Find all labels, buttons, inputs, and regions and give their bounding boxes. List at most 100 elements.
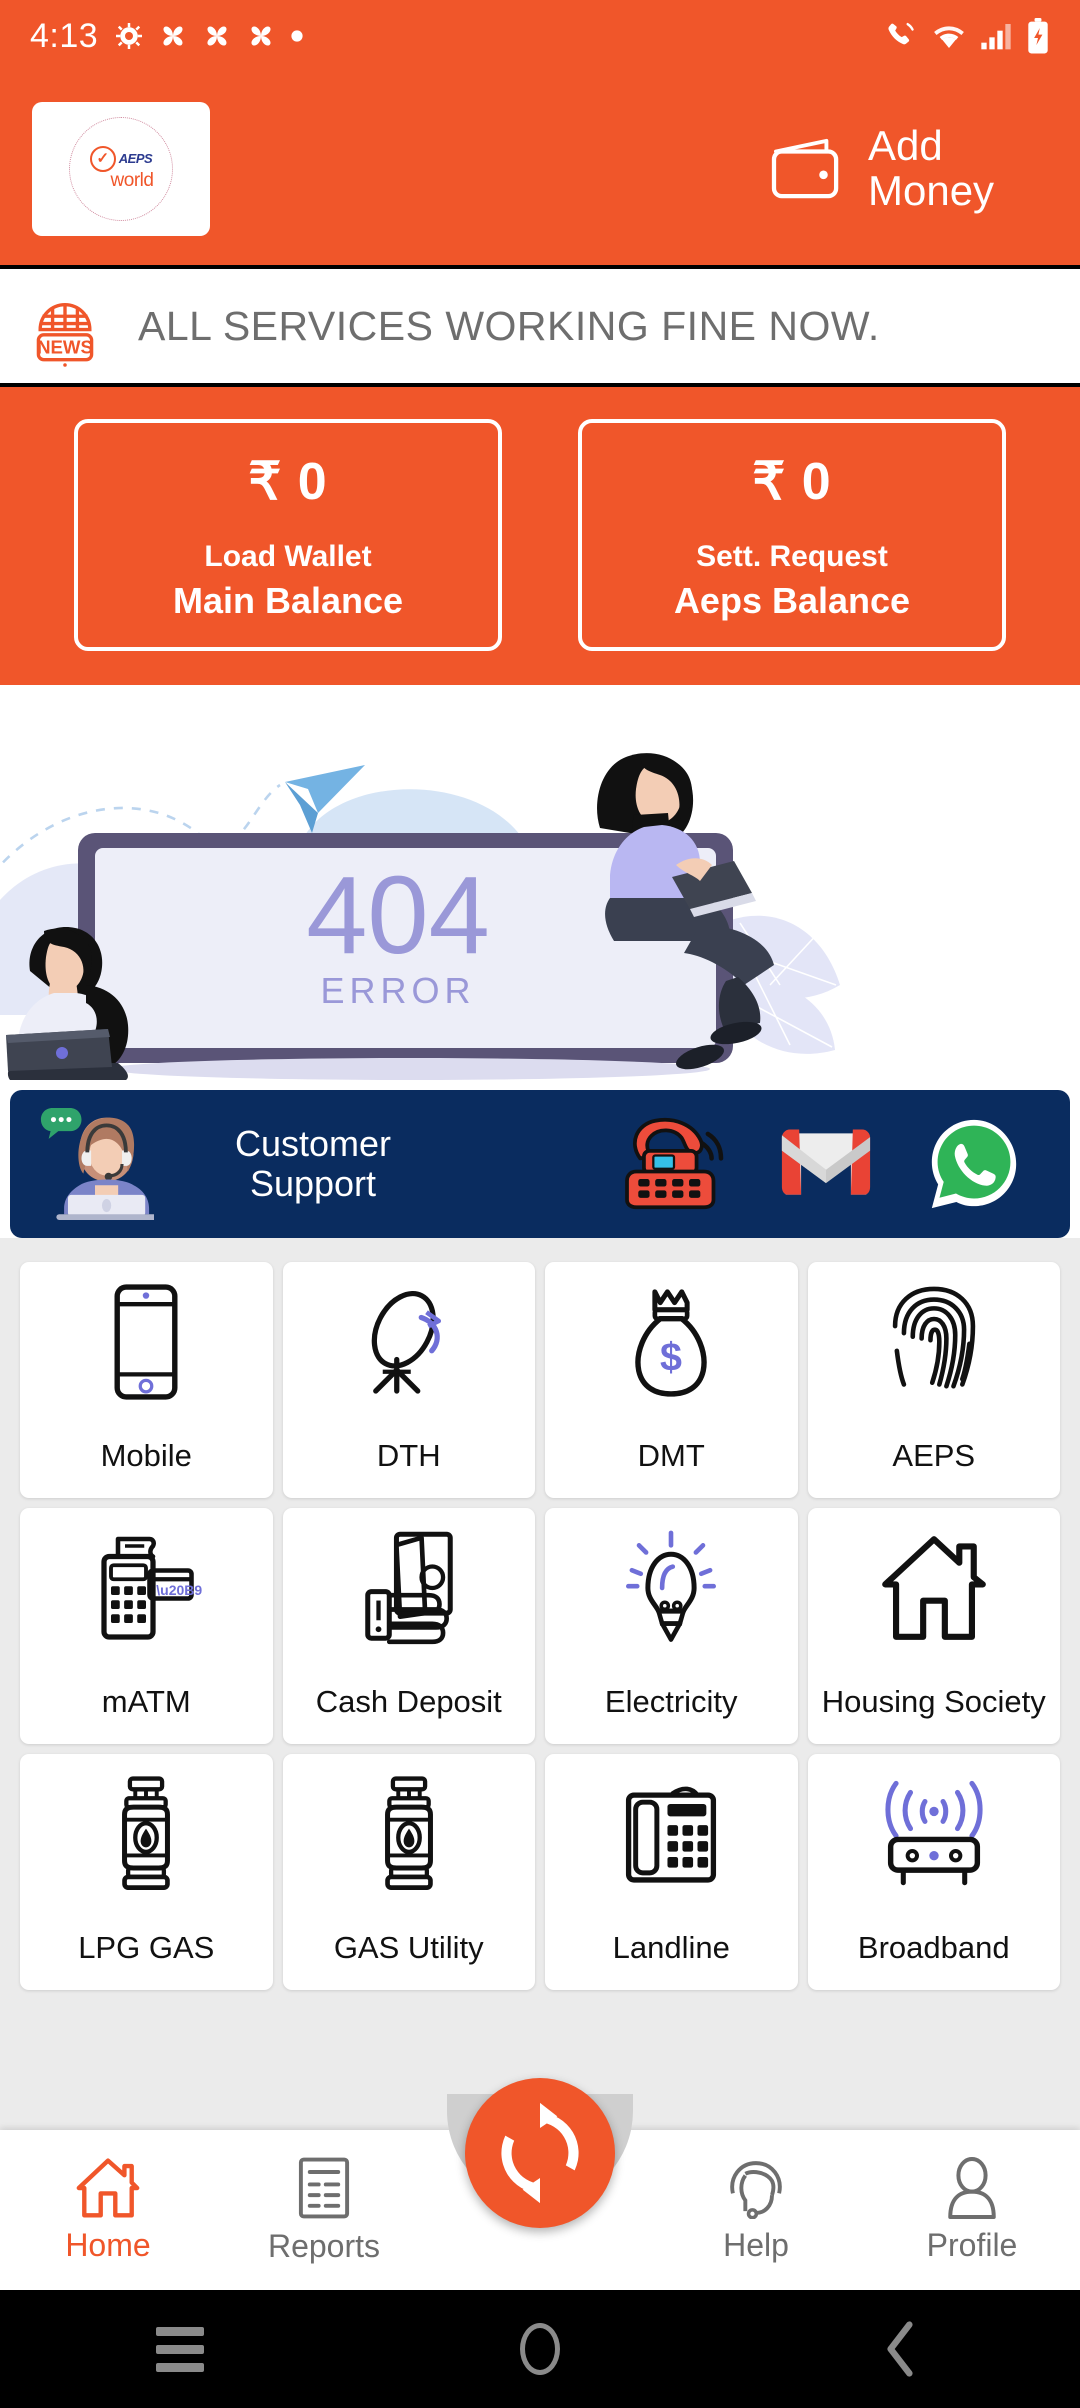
service-label-broadband: Broadband: [857, 1930, 1010, 1965]
add-money-button[interactable]: Add Money: [768, 121, 1048, 214]
refresh-fab-button[interactable]: [465, 2078, 615, 2228]
nav-item-help[interactable]: Help: [648, 2157, 864, 2264]
cash-hand-icon: [357, 1528, 461, 1648]
aeps-balance-amount: ₹ 0: [752, 453, 832, 511]
app-header: ✓ AEPS world Add Money: [0, 72, 1080, 265]
back-icon: [887, 2321, 913, 2377]
service-tile-landline[interactable]: Landline: [545, 1754, 798, 1990]
app-icon-1: [163, 26, 183, 46]
support-channels: [624, 1117, 1044, 1211]
bottom-navigation: Home Reports Help Profile: [0, 2078, 1080, 2290]
phone-icon[interactable]: [624, 1117, 724, 1211]
aeps-balance-label: Aeps Balance: [673, 580, 911, 621]
news-globe-icon: NEWS: [36, 303, 94, 367]
gas-cylinder-icon: [367, 1774, 451, 1894]
main-balance-amount: ₹ 0: [248, 453, 328, 511]
nav-label-home: Home: [65, 2226, 151, 2263]
error-caption-text: ERROR: [320, 970, 475, 1011]
service-label-electricity: Electricity: [604, 1684, 738, 1719]
money-bag-icon: $: [628, 1282, 714, 1402]
service-label-aeps: AEPS: [892, 1438, 976, 1473]
wifi-icon: [934, 26, 964, 49]
person-icon: [948, 2156, 996, 2219]
mobile-icon: [110, 1282, 182, 1402]
nav-item-reports[interactable]: Reports: [216, 2156, 432, 2265]
customer-support-bar[interactable]: Customer Support: [10, 1090, 1070, 1238]
wallet-icon: [771, 138, 839, 198]
service-tile-matm[interactable]: \u20B9 mATM: [20, 1508, 273, 1744]
service-tile-dmt[interactable]: $ DMT: [545, 1262, 798, 1498]
service-tile-gas-utility[interactable]: GAS Utility: [282, 1754, 535, 1990]
service-label-landline: Landline: [612, 1930, 730, 1965]
support-agent-icon: [40, 1108, 154, 1220]
logo-inner: ✓ AEPS: [89, 145, 153, 172]
home-icon: [76, 2157, 140, 2218]
promo-banner[interactable]: 404 ERROR: [0, 685, 1080, 1080]
service-tile-dth[interactable]: DTH: [282, 1262, 535, 1498]
light-bulb-icon: [623, 1528, 719, 1648]
error-code-text: 404: [306, 854, 490, 977]
app-root: 4:13 ✓ AEPS world Add Money NEWS ALL SER…: [0, 0, 1080, 2408]
service-label-dmt: DMT: [637, 1438, 705, 1473]
status-bar-right: [884, 18, 1050, 54]
status-bar-left: 4:13: [30, 17, 304, 56]
recents-icon: [156, 2326, 204, 2372]
nav-label-help: Help: [723, 2226, 789, 2263]
gas-cylinder-icon: [104, 1774, 188, 1894]
dot-icon: [291, 30, 303, 42]
svg-text:\u20B9: \u20B9: [157, 1582, 203, 1598]
service-label-housing-society: Housing Society: [821, 1684, 1046, 1719]
add-money-label: Add Money: [868, 121, 995, 214]
android-navigation-bar: [0, 2290, 1080, 2408]
support-title-line2: Support: [249, 1163, 377, 1204]
android-back-button[interactable]: [720, 2319, 1080, 2379]
svg-text:$: $: [660, 1336, 682, 1380]
fingerprint-icon: [888, 1282, 980, 1402]
android-home-button[interactable]: [360, 2323, 720, 2375]
balance-section: ₹ 0 Load Wallet Main Balance ₹ 0 Sett. R…: [0, 387, 1080, 685]
service-label-mobile: Mobile: [100, 1438, 192, 1473]
service-tile-lpg-gas[interactable]: LPG GAS: [20, 1754, 273, 1990]
service-tile-aeps[interactable]: AEPS: [807, 1262, 1060, 1498]
support-title-line1: Customer: [234, 1122, 392, 1164]
service-label-dth: DTH: [376, 1438, 441, 1473]
settlement-request-label: Sett. Request: [696, 540, 888, 573]
news-ticker[interactable]: NEWS ALL SERVICES WORKING FINE NOW.: [0, 265, 1080, 387]
news-message: ALL SERVICES WORKING FINE NOW.: [138, 302, 880, 349]
main-balance-card[interactable]: ₹ 0 Load Wallet Main Balance: [74, 419, 502, 651]
customer-support-title: Customer Support: [188, 1122, 438, 1205]
service-tile-electricity[interactable]: Electricity: [545, 1508, 798, 1744]
service-tile-housing-society[interactable]: Housing Society: [807, 1508, 1060, 1744]
call-icon: [888, 22, 914, 45]
service-tile-mobile[interactable]: Mobile: [20, 1262, 273, 1498]
brand-logo[interactable]: ✓ AEPS world: [32, 101, 210, 236]
main-balance-label: Main Balance: [172, 580, 404, 621]
whatsapp-icon[interactable]: [928, 1118, 1020, 1210]
service-tile-cash-deposit[interactable]: Cash Deposit: [282, 1508, 535, 1744]
nav-label-profile: Profile: [926, 2226, 1018, 2263]
signal-icon: [981, 24, 1011, 50]
logo-brand-top: AEPS: [118, 151, 153, 166]
report-icon: [298, 2157, 350, 2218]
android-recents-button[interactable]: [0, 2326, 360, 2372]
pos-terminal-icon: \u20B9: [90, 1528, 202, 1648]
service-label-cash-deposit: Cash Deposit: [315, 1684, 502, 1719]
refresh-icon: [501, 2102, 579, 2204]
gear-icon: [116, 23, 143, 49]
home-circle-icon: [520, 2323, 560, 2375]
services-grid: Mobile DTH $ DMT AEPS \u20B9 mATM Cash D…: [0, 1238, 1080, 2130]
aeps-balance-card[interactable]: ₹ 0 Sett. Request Aeps Balance: [578, 419, 1006, 651]
status-bar: 4:13: [0, 0, 1080, 72]
house-icon: [878, 1528, 990, 1648]
service-tile-broadband[interactable]: Broadband: [807, 1754, 1060, 1990]
nav-item-profile[interactable]: Profile: [864, 2156, 1080, 2264]
desk-phone-icon: [618, 1774, 724, 1894]
status-bar-notification-icons: [114, 21, 304, 51]
support-section: Customer Support: [0, 1080, 1080, 1238]
headset-icon: [730, 2160, 782, 2219]
satellite-dish-icon: [354, 1282, 464, 1402]
gmail-icon[interactable]: [780, 1126, 872, 1202]
nav-label-reports: Reports: [267, 2227, 381, 2264]
nav-item-home[interactable]: Home: [0, 2157, 216, 2264]
logo-circle: ✓ AEPS world: [69, 116, 173, 221]
